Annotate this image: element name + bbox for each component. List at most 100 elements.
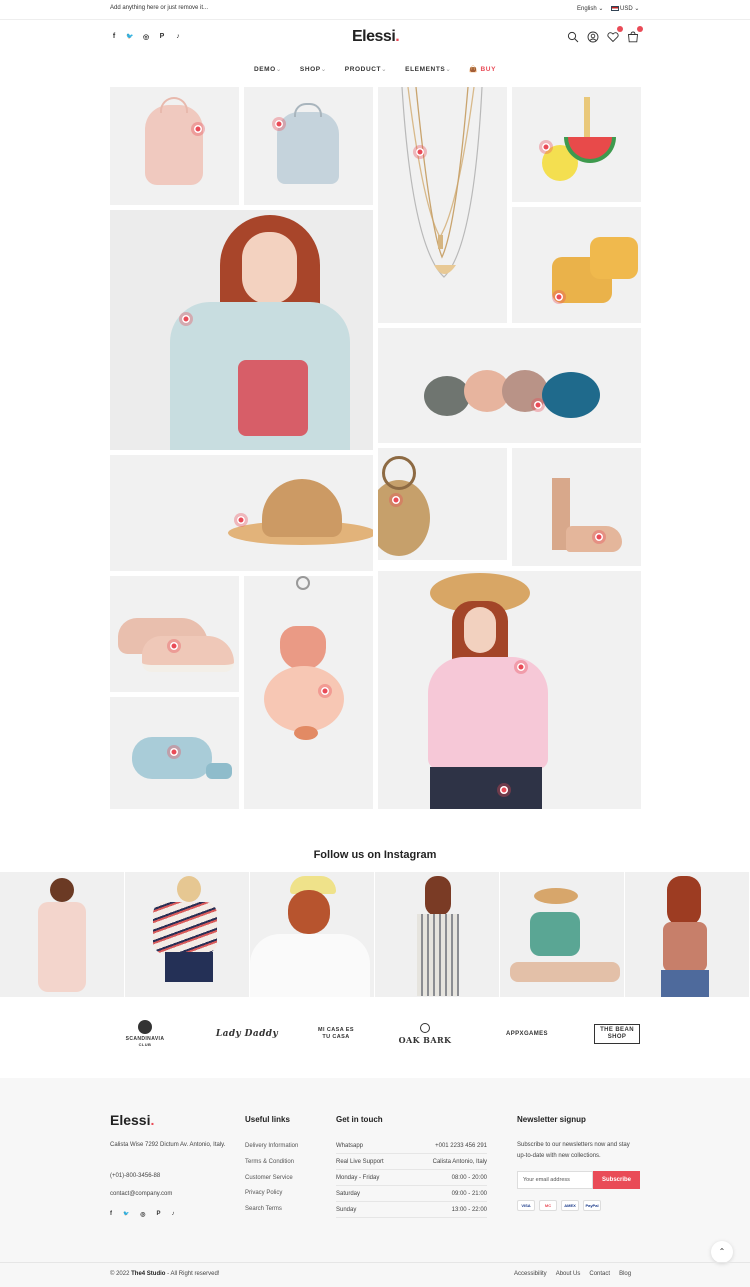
account-icon[interactable] — [587, 30, 599, 43]
product-tile-sandals[interactable] — [512, 207, 641, 323]
hair-tie-grey — [424, 376, 470, 416]
product-tile-fox-keychain[interactable] — [244, 576, 373, 809]
brand-logo[interactable]: APPXGAMES — [492, 1031, 562, 1037]
product-tile-round-bag[interactable] — [378, 448, 507, 560]
product-tile-backpack[interactable] — [110, 87, 239, 205]
footer-logo-dot: . — [150, 1112, 155, 1128]
hotspot[interactable] — [497, 783, 511, 797]
pinterest-icon[interactable]: P — [156, 1211, 160, 1218]
ig-shorts-2 — [165, 952, 213, 982]
instagram-post[interactable] — [375, 872, 500, 997]
tiktok-icon[interactable]: ♪ — [172, 1211, 175, 1218]
product-tile-straw-hat[interactable] — [110, 455, 373, 571]
hotspot[interactable] — [539, 140, 553, 154]
ig-model-3 — [288, 890, 330, 934]
hotspot[interactable] — [531, 398, 545, 412]
footer-link[interactable]: Delivery Information — [245, 1143, 298, 1149]
newsletter-email-input[interactable]: Your email address — [517, 1171, 593, 1189]
hotspot[interactable] — [234, 513, 248, 527]
product-tile-heels[interactable] — [512, 448, 641, 566]
oak-leaf-icon — [420, 1022, 430, 1033]
ig-hat-5 — [534, 888, 578, 904]
instagram-icon[interactable]: ◎ — [140, 1211, 145, 1218]
hotspot[interactable] — [389, 493, 403, 507]
product-tile-model-hat[interactable] — [378, 571, 641, 809]
nav-item-demo[interactable]: DEMO⌄ — [254, 65, 282, 73]
nav-item-shop[interactable]: SHOP⌄ — [300, 65, 327, 73]
product-tile-scarf[interactable] — [110, 697, 239, 809]
product-tile-necklace[interactable] — [378, 87, 507, 323]
ig-model-2 — [177, 876, 201, 902]
brand-name: OAK BARK — [398, 1034, 452, 1045]
brand-name: THE BEAN SHOP — [600, 1026, 634, 1040]
hotspot[interactable] — [318, 684, 332, 698]
ig-model-4 — [425, 876, 451, 916]
wishlist-icon[interactable] — [607, 26, 623, 43]
hotspot[interactable] — [179, 312, 193, 326]
footer-bottom-link[interactable]: Contact — [589, 1271, 610, 1277]
footer-email[interactable]: contact@company.com — [110, 1189, 172, 1200]
footer-link[interactable]: Privacy Policy — [245, 1190, 282, 1196]
instagram-post[interactable] — [500, 872, 625, 997]
hotspot[interactable] — [552, 290, 566, 304]
tiktok-icon[interactable]: ♪ — [174, 33, 182, 41]
pinterest-icon[interactable]: P — [158, 33, 166, 41]
backpack-image — [145, 105, 203, 185]
ig-legs-5 — [510, 962, 620, 982]
cart-icon[interactable] — [627, 26, 643, 43]
facebook-icon[interactable]: f — [110, 33, 118, 41]
hotspot[interactable] — [191, 122, 205, 136]
hotspot[interactable] — [413, 145, 427, 159]
brand-logo[interactable]: OAK BARK — [390, 1022, 460, 1045]
product-tile-grey-backpack[interactable] — [244, 87, 373, 205]
facebook-icon[interactable]: f — [110, 1211, 112, 1218]
instagram-icon[interactable]: ◎ — [142, 33, 150, 41]
nav-item-elements[interactable]: ELEMENTS⌄ — [405, 65, 451, 73]
twitter-icon[interactable]: 🐦 — [126, 33, 134, 41]
useful-links-heading: Useful links — [245, 1115, 290, 1124]
search-icon[interactable] — [567, 30, 579, 43]
newsletter-heading: Newsletter signup — [517, 1115, 586, 1124]
hotspot[interactable] — [272, 117, 286, 131]
brand-logo[interactable]: SCANDINAVIA CLUB — [110, 1020, 180, 1047]
back-to-top-button[interactable]: ⌃ — [711, 1241, 733, 1263]
footer-link[interactable]: Terms & Condition — [245, 1159, 294, 1165]
hotspot[interactable] — [167, 745, 181, 759]
contact-value: +001 2233 456 291 — [435, 1142, 487, 1149]
footer-bottom-link[interactable]: About Us — [556, 1271, 581, 1277]
language-select[interactable]: English ⌄ — [577, 5, 603, 12]
twitter-icon[interactable]: 🐦 — [123, 1211, 129, 1218]
footer-divider — [0, 1262, 750, 1263]
hotspot[interactable] — [514, 660, 528, 674]
hotspot[interactable] — [167, 639, 181, 653]
instagram-post[interactable] — [250, 872, 375, 997]
footer-link[interactable]: Search Terms — [245, 1206, 282, 1212]
product-tile-model-tee[interactable] — [110, 210, 373, 450]
footer-logo[interactable]: Elessi. — [110, 1112, 154, 1128]
instagram-post[interactable] — [625, 872, 750, 997]
footer-bottom-link[interactable]: Accessibility — [514, 1271, 547, 1277]
product-tile-sneakers[interactable] — [110, 576, 239, 692]
nav-item-buy[interactable]: 👜 BUY — [469, 65, 496, 73]
subscribe-button[interactable]: Subscribe — [593, 1171, 640, 1189]
brand-logo[interactable]: Lady Daddy — [212, 1029, 282, 1039]
ig-outfit-2 — [153, 902, 217, 954]
ig-model-1 — [50, 878, 74, 902]
nav-item-product[interactable]: PRODUCT⌄ — [345, 65, 387, 73]
nav-buy-label: BUY — [480, 66, 497, 73]
newsletter-text: Subscribe to our newsletters now and sta… — [517, 1142, 630, 1159]
scarf-image-tail — [206, 763, 232, 779]
currency-select[interactable]: USD ⌄ — [611, 5, 639, 12]
footer-bottom-link[interactable]: Blog — [619, 1271, 631, 1277]
hotspot[interactable] — [592, 530, 606, 544]
product-tile-keychain[interactable] — [512, 87, 641, 202]
copyright-brand[interactable]: The4 Studio — [131, 1271, 165, 1277]
product-tile-hair-ties[interactable] — [378, 328, 641, 443]
brand-logo[interactable]: THE BEAN SHOP — [594, 1023, 640, 1044]
footer-address: Calista Wise 7292 Dictum Av. Antonio, It… — [110, 1142, 226, 1148]
instagram-post[interactable] — [125, 872, 250, 997]
site-logo[interactable]: Elessi. — [352, 28, 400, 46]
footer-link[interactable]: Customer Service — [245, 1175, 293, 1181]
instagram-post[interactable] — [0, 872, 125, 997]
brand-logo[interactable]: MI CASA ES TU CASA — [314, 1027, 358, 1041]
